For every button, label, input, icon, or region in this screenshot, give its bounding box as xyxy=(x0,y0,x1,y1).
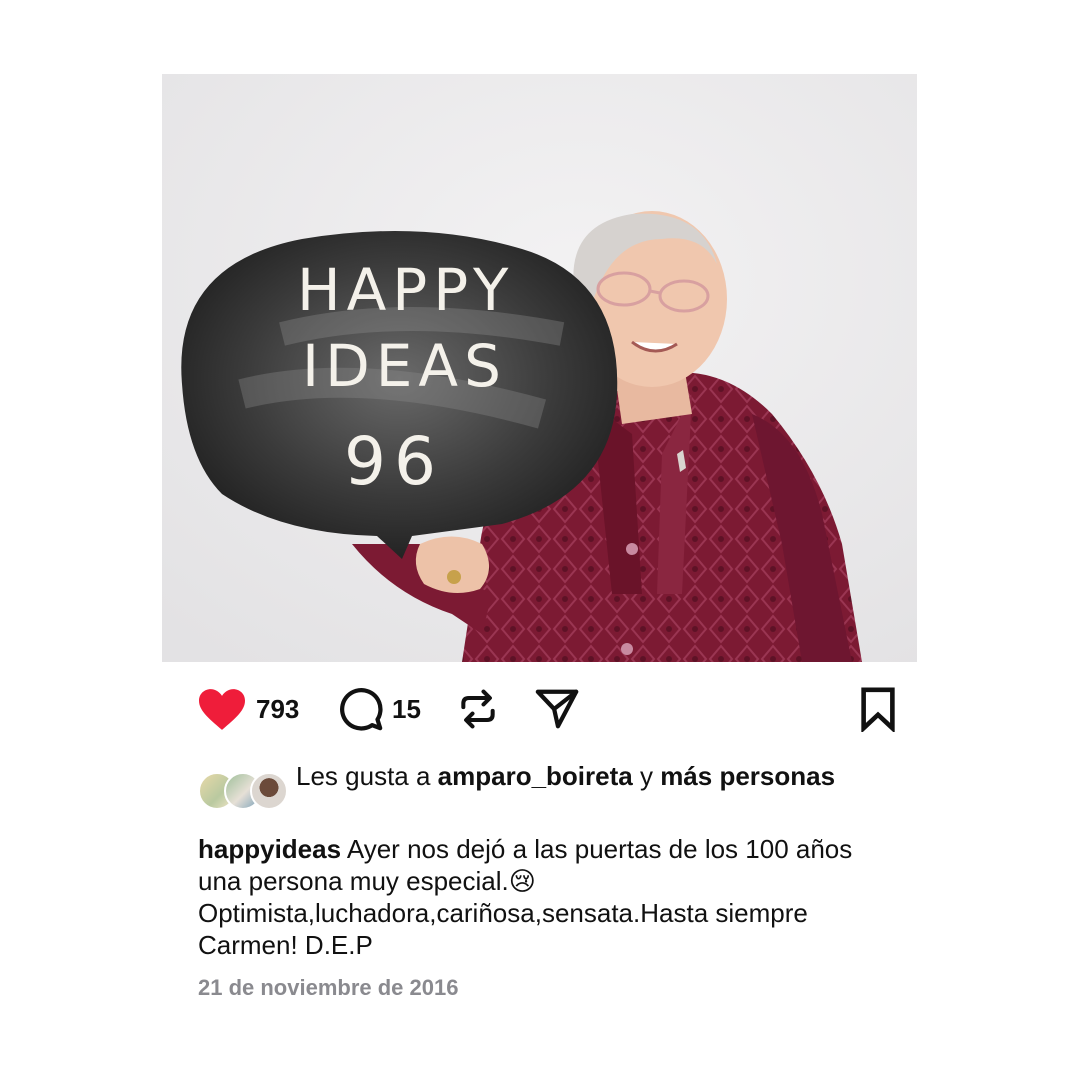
board-line-1: HAPPY xyxy=(297,256,514,324)
heart-icon xyxy=(199,689,245,730)
like-button[interactable]: 793 xyxy=(196,682,299,736)
board-line-3: 96 xyxy=(344,423,444,500)
action-bar: 793 15 xyxy=(196,682,908,736)
share-icon xyxy=(535,689,579,729)
caption-username[interactable]: happyideas xyxy=(198,834,341,864)
likes-prefix: Les gusta a xyxy=(296,761,438,791)
like-count: 793 xyxy=(256,693,300,724)
comment-button[interactable]: 15 xyxy=(338,682,421,736)
repost-button[interactable] xyxy=(456,682,500,736)
liker-avatars[interactable] xyxy=(198,772,288,812)
avatar[interactable] xyxy=(250,772,288,810)
post-photo[interactable]: HAPPY IDEAS 96 xyxy=(162,74,917,662)
likes-others-link[interactable]: más personas xyxy=(660,761,835,791)
repost-icon xyxy=(461,689,495,729)
comment-count: 15 xyxy=(392,693,421,724)
likes-connector: y xyxy=(632,761,661,791)
share-button[interactable] xyxy=(533,682,581,736)
bookmark-icon xyxy=(861,687,895,732)
liker-username[interactable]: amparo_boireta xyxy=(438,761,633,791)
post-date: 21 de noviembre de 2016 xyxy=(198,975,459,1000)
board-line-2: IDEAS xyxy=(302,332,507,400)
comment-icon xyxy=(340,688,383,731)
post-image: HAPPY IDEAS 96 xyxy=(162,74,917,662)
bookmark-button[interactable] xyxy=(858,682,898,736)
post-caption: happyideas Ayer nos dejó a las puertas d… xyxy=(198,833,898,961)
likes-text: Les gusta a amparo_boireta y más persona… xyxy=(296,760,856,792)
